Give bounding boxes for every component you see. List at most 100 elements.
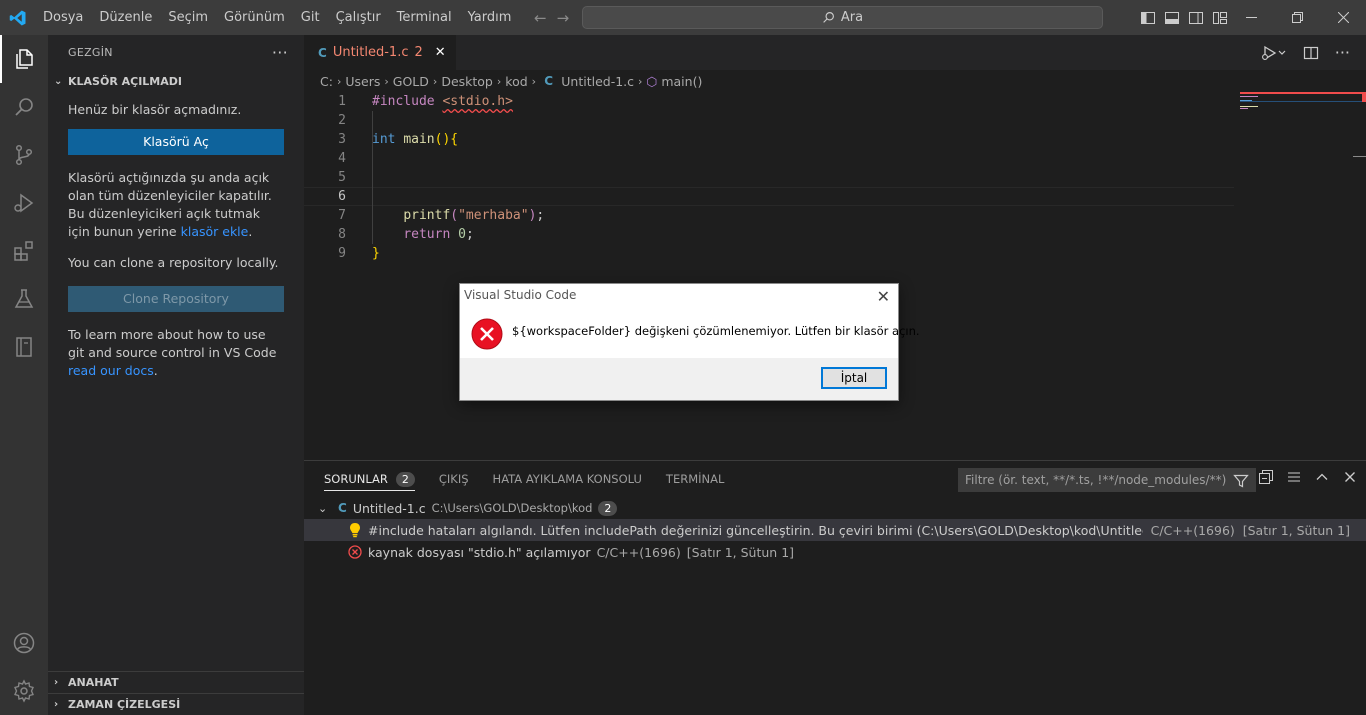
search-view-icon[interactable]	[0, 83, 48, 131]
line-number: 3	[338, 132, 346, 147]
more-editor-actions-icon[interactable]: ···	[1335, 43, 1350, 62]
chevron-right-icon: ›	[54, 677, 59, 688]
no-folder-content: Henüz bir klasör açmadınız. Klasörü Aç K…	[48, 101, 304, 380]
back-arrow-icon[interactable]: ←	[534, 9, 547, 27]
section-no-folder[interactable]: ⌄ KLASÖR AÇILMADI	[48, 70, 304, 92]
toggle-panel-icon[interactable]	[1164, 10, 1180, 26]
window-controls	[1228, 0, 1366, 35]
tab-problems[interactable]: SORUNLAR 2	[324, 461, 427, 497]
tab-label: HATA AYIKLAMA KONSOLU	[492, 472, 642, 486]
dialog-close-icon[interactable]: ✕	[877, 287, 890, 306]
tab-label: TERMİNAL	[665, 472, 725, 486]
tab-debug-console[interactable]: HATA AYIKLAMA KONSOLU	[493, 461, 654, 497]
customize-layout-icon[interactable]	[1212, 10, 1228, 26]
menu-edit[interactable]: Düzenle	[91, 0, 160, 35]
restore-button[interactable]	[1274, 0, 1320, 35]
notebook-icon[interactable]	[0, 323, 48, 371]
timeline-title: ZAMAN ÇİZELGESİ	[68, 698, 181, 711]
line-number: 2	[338, 113, 346, 128]
breadcrumb-item[interactable]: Users	[345, 74, 380, 89]
run-debug-file-icon[interactable]	[1261, 45, 1287, 61]
add-folder-link[interactable]: klasör ekle	[181, 224, 249, 239]
source-control-icon[interactable]	[0, 131, 48, 179]
sidebar-bottom-sections: › ANAHAT › ZAMAN ÇİZELGESİ	[48, 671, 304, 715]
minimize-button[interactable]	[1228, 0, 1274, 35]
close-panel-icon[interactable]	[1342, 469, 1358, 485]
problem-location: [Satır 1, Sütun 1]	[686, 544, 795, 560]
settings-gear-icon[interactable]	[0, 667, 48, 715]
menu-run[interactable]: Çalıştır	[328, 0, 389, 35]
c-file-icon: C	[540, 74, 558, 88]
breadcrumb-item[interactable]: kod	[505, 74, 527, 89]
dialog-footer: İptal	[460, 358, 898, 400]
section-outline[interactable]: › ANAHAT	[48, 671, 304, 693]
code-line: 3 int main(){	[304, 130, 1234, 149]
line-number: 7	[338, 208, 346, 223]
menu-file[interactable]: Dosya	[35, 0, 91, 35]
problem-source: C/C++(1696)	[596, 544, 681, 560]
sidebar-header: GEZGİN ···	[48, 35, 304, 70]
read-docs-link[interactable]: read our docs	[68, 363, 154, 378]
problem-item-warning[interactable]: #include hataları algılandı. Lütfen incl…	[304, 519, 1366, 541]
menu-selection[interactable]: Seçim	[160, 0, 216, 35]
close-window-button[interactable]	[1320, 0, 1366, 35]
split-editor-icon[interactable]	[1303, 45, 1319, 61]
line-number: 6	[338, 189, 346, 204]
forward-arrow-icon[interactable]: →	[557, 9, 570, 27]
cancel-button[interactable]: İptal	[821, 367, 887, 389]
code-line-current: 6	[304, 187, 1234, 206]
chevron-down-icon: ⌄	[54, 75, 63, 87]
run-and-debug-icon[interactable]	[0, 179, 48, 227]
explorer-icon[interactable]	[0, 35, 48, 83]
problems-filter-input[interactable]: Filtre (ör. text, **/*.ts, !**/node_modu…	[958, 468, 1256, 492]
problem-message: #include hataları algılandı. Lütfen incl…	[368, 522, 1244, 538]
line-number: 4	[338, 151, 346, 166]
problem-item-error[interactable]: kaynak dosyası "stdio.h" açılamıyor C/C+…	[304, 541, 1366, 563]
menu-go[interactable]: Git	[293, 0, 328, 35]
open-folder-button[interactable]: Klasörü Aç	[68, 129, 284, 155]
filter-icon[interactable]	[1233, 473, 1249, 489]
menu-help[interactable]: Yardım	[460, 0, 520, 35]
accounts-icon[interactable]	[0, 619, 48, 667]
tab-problem-count: 2	[414, 45, 423, 60]
menu-view[interactable]: Görünüm	[216, 0, 293, 35]
tab-terminal[interactable]: TERMİNAL	[666, 461, 736, 497]
view-as-tree-icon[interactable]	[1286, 469, 1302, 485]
tab-output[interactable]: ÇIKIŞ	[439, 461, 481, 497]
chevron-right-icon: ›	[54, 699, 59, 710]
minimap[interactable]	[1240, 92, 1366, 460]
clone-repository-button[interactable]: Clone Repository	[68, 286, 284, 312]
close-tab-icon[interactable]: ✕	[435, 45, 446, 60]
tab-untitled-1-c[interactable]: C Untitled-1.c 2 ✕	[304, 35, 456, 70]
section-timeline[interactable]: › ZAMAN ÇİZELGESİ	[48, 693, 304, 715]
breadcrumb-item[interactable]: main()	[661, 74, 702, 89]
breadcrumb-item[interactable]: GOLD	[393, 74, 429, 89]
sidebar-title: GEZGİN	[68, 46, 113, 59]
search-icon	[823, 12, 834, 23]
breadcrumb-item[interactable]: C:	[320, 74, 333, 89]
problems-file-row[interactable]: ⌄ C Untitled-1.c C:\Users\GOLD\Desktop\k…	[304, 497, 1366, 519]
search-label: Ara	[840, 10, 864, 25]
maximize-panel-icon[interactable]	[1314, 469, 1330, 485]
breadcrumb-item[interactable]: Untitled-1.c	[561, 74, 634, 89]
line-number: 8	[338, 227, 346, 242]
toggle-primary-sidebar-icon[interactable]	[1140, 10, 1156, 26]
dialog-message: ${workspaceFolder} değişkeni çözümlenemi…	[512, 324, 920, 338]
collapse-all-icon[interactable]	[1258, 469, 1274, 485]
code-line: 9}	[304, 244, 1234, 263]
code-line: 1 #include <stdio.h>	[304, 92, 1234, 111]
code-editor[interactable]: 1 #include <stdio.h> 2 3 int main(){ 4 5 6…	[304, 92, 1234, 263]
more-actions-icon[interactable]: ···	[272, 43, 288, 62]
extensions-icon[interactable]	[0, 227, 48, 275]
testing-flask-icon[interactable]	[0, 275, 48, 323]
editor-actions: ···	[1261, 35, 1366, 70]
section-title: KLASÖR AÇILMADI	[68, 74, 182, 88]
code-line: 7 printf("merhaba");	[304, 206, 1234, 225]
command-center-search[interactable]: Ara	[582, 6, 1103, 29]
problem-file-name: Untitled-1.c	[352, 500, 426, 516]
code-line: 4	[304, 149, 1234, 168]
menu-terminal[interactable]: Terminal	[389, 0, 460, 35]
toggle-secondary-sidebar-icon[interactable]	[1188, 10, 1204, 26]
breadcrumb-item[interactable]: Desktop	[441, 74, 493, 89]
editor-tab-bar: C Untitled-1.c 2 ✕ ···	[304, 35, 1366, 70]
